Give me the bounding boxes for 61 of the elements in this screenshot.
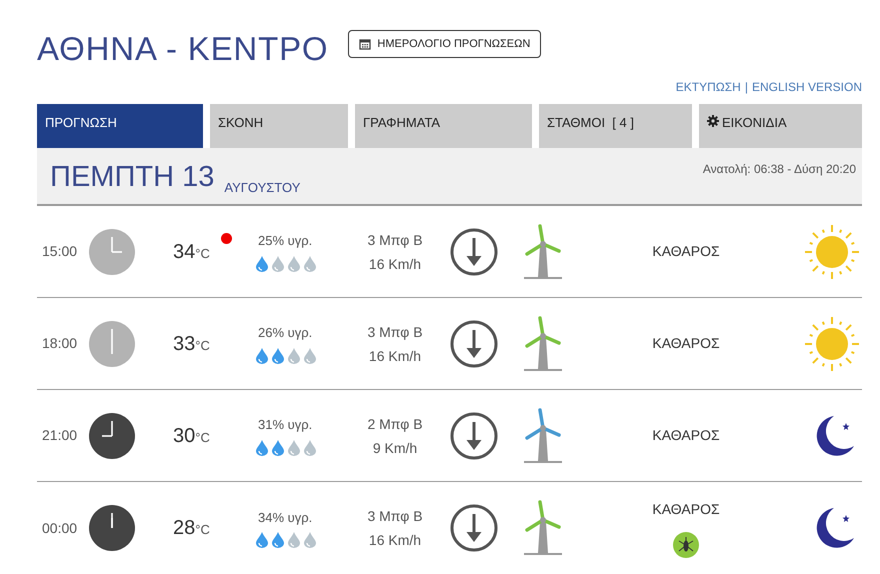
time-label: 00:00 [41,518,78,538]
drop-icon [287,440,301,456]
tab[interactable]: ΣΚΟΝΗ [210,104,348,148]
sunrise-sunset-text: Ανατολή: 06:38 - Δύση 20:20 [702,161,856,178]
drop-icon [303,440,317,456]
day-title: ΠΕΜΠΤΗ 13 [50,163,214,192]
wind-force: 3 Μπφ Β [367,230,423,250]
sky-condition: ΚΑΘΑΡΟΣ [652,426,720,445]
drop-icon [255,532,269,548]
drop-icon [271,532,285,548]
sky-condition: ΚΑΘΑΡΟΣ [652,500,720,518]
temperature-unit: °C [195,428,210,446]
humidity-label: 34% υγρ. [257,508,312,527]
month-label: ΑΥΓΟΥΣΤΟΥ [224,181,300,194]
drop-icon [255,440,269,456]
header-link[interactable]: ENGLISH VERSION [752,78,862,94]
temperature-unit: °C [195,244,210,262]
temperature: 30 [173,424,196,448]
wind-force: 2 Μπφ Β [367,414,423,434]
tab[interactable]: ΕΙΚΟΝΙΔΙΑ [699,104,862,148]
time-label: 18:00 [41,334,78,353]
tab[interactable]: ΓΡΑΦΗΜΑΤΑ [355,104,532,148]
temperature: 33 [173,332,196,356]
sky-condition: ΚΑΘΑΡΟΣ [652,242,720,261]
drop-icon [303,348,317,364]
header-link[interactable]: ΕΚΤΥΠΩΣΗ [676,78,741,94]
drop-icon [303,256,317,272]
drop-icon [287,256,301,272]
calendar-button[interactable]: ΗΜΕΡΟΛΟΓΙΟ ΠΡΟΓΝΩΣΕΩΝ [348,30,542,58]
temperature: 28 [173,516,196,541]
separator: | [744,79,748,94]
time-label: 15:00 [41,242,78,261]
humidity-label: 26% υγρ. [257,324,312,342]
gear-icon [707,115,719,127]
drop-icon [303,532,317,548]
drop-icon [255,348,269,364]
wind-speed: 9 Km/h [372,438,418,458]
temperature-unit: °C [195,521,210,539]
drop-icon [271,440,285,456]
humidity-label: 31% υγρ. [257,416,312,434]
sky-condition: ΚΑΘΑΡΟΣ [652,334,720,353]
page-title: ΑΘΗΝΑ - ΚΕΝΤΡΟ [37,29,328,70]
temperature: 34 [173,240,196,264]
sun-icon [805,224,859,278]
calendar-icon [359,38,372,50]
wind-speed: 16 Km/h [368,346,422,366]
drop-icon [271,256,285,272]
humidity-label: 25% υγρ. [257,232,312,250]
temperature-unit: °C [195,336,210,354]
sun-icon [805,316,859,370]
drop-icon [255,256,269,272]
wind-speed: 16 Km/h [368,531,422,550]
tab[interactable]: ΠΡΟΓΝΩΣΗ [37,104,203,148]
wind-force: 3 Μπφ Β [367,322,423,342]
time-label: 21:00 [41,426,78,445]
drop-icon [287,532,301,548]
drop-icon [287,348,301,364]
tab[interactable]: ΣΤΑΘΜΟΙ [ 4 ] [539,104,692,148]
drop-icon [271,348,285,364]
wind-speed: 16 Km/h [368,254,422,274]
wind-force: 3 Μπφ Β [367,507,423,526]
